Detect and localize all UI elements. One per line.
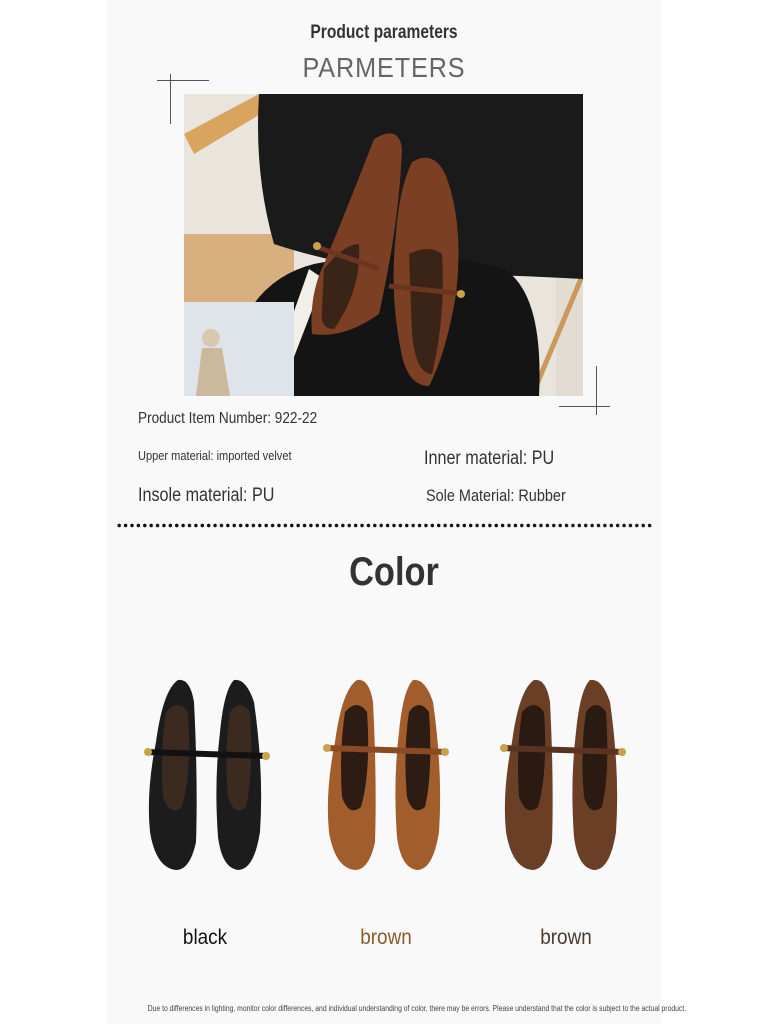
product-photo xyxy=(184,94,583,396)
color-label-brown-dark: brown xyxy=(540,926,592,949)
shoe-black-icon xyxy=(144,679,270,870)
param-insole-material: Insole material: PU xyxy=(138,485,275,506)
corner-mark-top-left xyxy=(157,80,209,81)
color-heading: Color xyxy=(349,550,439,594)
corner-mark-bottom-right xyxy=(559,406,610,407)
param-sole-material: Sole Material: Rubber xyxy=(426,486,566,505)
shoe-brown-dark-icon xyxy=(500,679,626,870)
color-label-black: black xyxy=(182,926,228,949)
corner-mark-bottom-right-vertical xyxy=(596,366,597,415)
color-label-brown-light: brown xyxy=(360,926,412,949)
dotted-divider xyxy=(116,523,652,528)
param-item-number: Product Item Number: 922-22 xyxy=(138,410,318,427)
shoe-brown-light-icon xyxy=(323,679,449,870)
section-title: Product parameters xyxy=(310,22,458,43)
param-inner-material: Inner material: PU xyxy=(424,448,555,469)
color-disclaimer: Due to differences in lighting, monitor … xyxy=(147,1004,687,1013)
corner-mark-top-left-vertical xyxy=(170,74,171,124)
shoe-photo-icon xyxy=(184,94,583,396)
section-subtitle: PARMETERS xyxy=(302,52,466,83)
param-upper-material: Upper material: imported velvet xyxy=(138,448,292,463)
